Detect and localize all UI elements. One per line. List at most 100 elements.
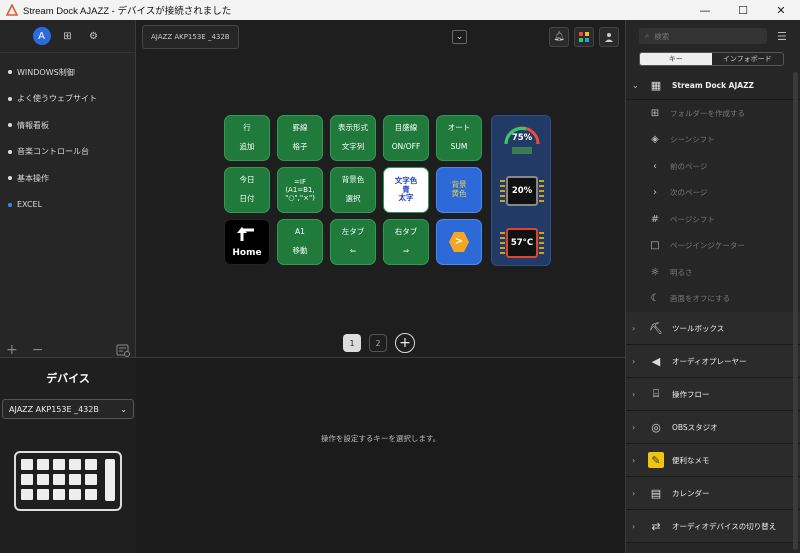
category-flow[interactable]: › ⌸ 操作フロー	[626, 378, 800, 411]
action-item[interactable]: ☼ 明るさ	[626, 259, 800, 286]
bullet-icon	[8, 149, 12, 154]
actions-panel: ⌕ 検索 ☰ キー インフォボード ⌄ ▦ Stream Dock AJAZZ …	[625, 20, 800, 553]
category-audio-player[interactable]: › ◀︎ オーディオプレーヤー	[626, 345, 800, 378]
profile-item[interactable]: よく使うウェブサイト	[0, 86, 135, 113]
chevron-right-icon: ›	[632, 356, 636, 366]
key-border-grid[interactable]: 罫線 格子	[277, 115, 323, 161]
key-format-text[interactable]: 表示形式 文字列	[330, 115, 376, 161]
toolbox-icon: ⛏	[649, 321, 663, 335]
chevron-down-icon: ⌄	[632, 80, 639, 90]
flow-icon: ⌸	[652, 387, 660, 400]
bullet-icon	[8, 176, 12, 181]
remove-profile-button[interactable]: −	[32, 342, 44, 358]
chevron-right-icon: ›	[632, 422, 636, 432]
search-icon: ⌕	[645, 31, 650, 40]
cpu-temp-widget: 57°C	[500, 224, 544, 262]
action-item[interactable]: □ ページインジケーター	[626, 233, 800, 260]
key-if-formula[interactable]: =IF (A1=B1, "○","×")	[277, 167, 323, 213]
moon-icon: ☾	[650, 293, 660, 305]
square-icon: □	[650, 240, 660, 252]
page-button[interactable]: 2	[369, 334, 387, 352]
user-icon[interactable]	[599, 27, 619, 47]
bell-icon[interactable]: 🔔︎	[549, 27, 569, 47]
layers-icon: ◈	[651, 134, 659, 146]
bullet-icon	[8, 70, 12, 75]
speaker-icon: ◀︎	[651, 354, 661, 368]
action-item[interactable]: ◈ シーンシフト	[626, 127, 800, 154]
add-profile-button[interactable]: +	[6, 342, 18, 358]
key-right-tab[interactable]: 右タブ ⇒	[383, 219, 429, 265]
calendar-icon: ▤	[650, 486, 662, 500]
memo-icon: ✎	[648, 452, 664, 468]
chevron-right-icon: ›	[632, 521, 636, 531]
category-obs[interactable]: › ◎ OBSスタジオ	[626, 411, 800, 444]
category-audio-switch[interactable]: › ⇄ オーディオデバイスの切り替え	[626, 510, 800, 543]
panel-tabs: キー インフォボード	[639, 52, 784, 66]
obs-icon: ◎	[651, 420, 661, 434]
device-section: デバイス AJAZZ AKP153E _432B ⌄	[0, 357, 136, 553]
search-input[interactable]: ⌕ 検索	[639, 28, 767, 44]
chevron-right-icon: ›	[632, 455, 636, 465]
close-button[interactable]: ✕	[762, 0, 800, 20]
category-toolbox[interactable]: › ⛏ ツールボックス	[626, 312, 800, 345]
key-next-page[interactable]: >	[436, 219, 482, 265]
key-home[interactable]: Home	[224, 219, 270, 265]
scrollbar[interactable]	[793, 72, 798, 550]
monitor-touch-strip[interactable]: 75% 20% 57°C	[491, 115, 551, 266]
settings-gear-icon[interactable]: ⚙	[85, 27, 103, 45]
action-item[interactable]: ☾ 画面をオフにする	[626, 286, 800, 313]
profile-item[interactable]: 音楽コントロール台	[0, 139, 135, 166]
add-page-button[interactable]: +	[395, 333, 415, 353]
chevron-right-icon: ›	[632, 323, 636, 333]
key-gridlines-toggle[interactable]: 目盛線 ON/OFF	[383, 115, 429, 161]
profile-item-excel[interactable]: EXCEL	[0, 192, 135, 219]
key-text-blue-bold[interactable]: 文字色青太字	[383, 167, 429, 213]
prev-page-icon: ‹	[653, 160, 657, 172]
device-select[interactable]: AJAZZ AKP153E _432B ⌄	[2, 399, 134, 419]
key-go-a1[interactable]: A1 移動	[277, 219, 323, 265]
profile-list: WINDOWS制御 よく使うウェブサイト 情報看板 音楽コントロール台 基本操作…	[0, 53, 135, 218]
key-today-date[interactable]: 今日 日付	[224, 167, 270, 213]
profile-item[interactable]: 情報看板	[0, 112, 135, 139]
window-title: Stream Dock AJAZZ - デバイスが接続されました	[23, 6, 232, 17]
folder-plus-icon: ⊞	[650, 107, 660, 119]
category-stream-dock[interactable]: ⌄ ▦ Stream Dock AJAZZ	[626, 71, 800, 100]
device-illustration	[14, 451, 122, 511]
minimize-button[interactable]: —	[686, 0, 724, 20]
store-icon[interactable]: A	[32, 27, 51, 45]
chevron-down-icon[interactable]: ⌄	[452, 30, 467, 44]
key-left-tab[interactable]: 左タブ ⇐	[330, 219, 376, 265]
action-item[interactable]: ‹ 前のページ	[626, 153, 800, 180]
profile-item[interactable]: WINDOWS制御	[0, 59, 135, 86]
apps-grid-icon[interactable]	[574, 27, 594, 47]
device-icon[interactable]: ⊞	[59, 27, 77, 45]
device-tab[interactable]: AJAZZ AKP153E _432B	[142, 24, 239, 49]
chevron-right-icon: ›	[632, 488, 636, 498]
profile-settings-icon[interactable]	[116, 344, 130, 357]
maximize-button[interactable]: ☐	[724, 0, 762, 20]
key-add-row[interactable]: 行追加	[224, 115, 270, 161]
corner-arrow-icon	[237, 227, 254, 242]
tab-infoboard[interactable]: インフォボード	[712, 53, 784, 65]
category-calendar[interactable]: › ▤ カレンダー	[626, 477, 800, 510]
key-autosum[interactable]: オート SUM	[436, 115, 482, 161]
tab-keys[interactable]: キー	[640, 53, 712, 65]
action-item[interactable]: ⊞ フォルダーを作成する	[626, 100, 800, 127]
page-button[interactable]: 1	[343, 334, 361, 352]
page-switcher: 1 2 +	[343, 333, 415, 353]
profile-item[interactable]: 基本操作	[0, 165, 135, 192]
list-view-icon[interactable]: ☰	[777, 30, 787, 43]
device-heading: デバイス	[46, 372, 90, 385]
action-item[interactable]: › 次のページ	[626, 180, 800, 207]
category-memo[interactable]: › ✎ 便利なメモ	[626, 444, 800, 477]
property-inspector: 操作を設定するキーを選択します。	[136, 357, 625, 553]
action-item[interactable]: # ページシフト	[626, 206, 800, 233]
bullet-icon	[8, 123, 12, 128]
key-grid: 行追加 罫線 格子 表示形式 文字列 目盛線 ON/OFF オート SUM 今日 日付 =…	[224, 115, 482, 265]
title-bar: Stream Dock AJAZZ - デバイスが接続されました — ☐ ✕	[0, 0, 800, 20]
left-toolbar: A ⊞ ⚙	[0, 20, 135, 53]
audio-switch-icon: ⇄	[651, 519, 661, 533]
key-background-yellow[interactable]: 背景 黄色	[436, 167, 482, 213]
key-background-color[interactable]: 背景色 選択	[330, 167, 376, 213]
next-page-icon: ›	[653, 187, 657, 199]
